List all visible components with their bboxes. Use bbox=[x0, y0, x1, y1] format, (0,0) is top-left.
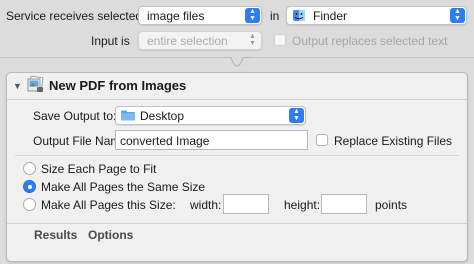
option-this-size-label: Make All Pages this Size: bbox=[41, 198, 176, 212]
input-is-select[interactable]: entire selection ▲ ▼ bbox=[138, 31, 262, 50]
output-file-name-value: converted Image bbox=[120, 134, 210, 148]
replace-existing-label: Replace Existing Files bbox=[334, 134, 453, 148]
width-input[interactable] bbox=[223, 194, 269, 214]
radio-this-size[interactable] bbox=[23, 198, 36, 211]
folder-icon bbox=[121, 110, 135, 121]
chevron-updown-icon: ▲ ▼ bbox=[245, 8, 260, 23]
application-value: Finder bbox=[313, 9, 348, 23]
connector-notch bbox=[222, 57, 252, 67]
in-label: in bbox=[270, 9, 280, 23]
save-location-select[interactable]: Desktop ▲ ▼ bbox=[115, 106, 306, 125]
application-select[interactable]: Finder ▲ ▼ bbox=[286, 6, 467, 25]
chevron-updown-icon: ▲ ▼ bbox=[450, 8, 465, 23]
disclosure-triangle-icon[interactable]: ▼ bbox=[13, 81, 22, 91]
save-output-label: Save Output to: bbox=[33, 109, 117, 123]
preview-app-icon bbox=[26, 75, 44, 94]
tab-results[interactable]: Results bbox=[34, 228, 77, 242]
action-tabs: Results Options bbox=[7, 223, 467, 264]
chevron-updown-icon: ▲ ▼ bbox=[249, 33, 256, 47]
save-location-value: Desktop bbox=[140, 109, 185, 123]
action-panel: ▼ New PDF from Images Save Output to: De… bbox=[6, 72, 468, 262]
input-is-label: Input is bbox=[91, 34, 130, 48]
option-same-size-label: Make All Pages the Same Size bbox=[41, 180, 206, 194]
tab-options[interactable]: Options bbox=[88, 228, 133, 242]
radio-size-each-page[interactable] bbox=[23, 162, 36, 175]
output-file-name-label: Output File Name bbox=[33, 134, 128, 148]
height-label: height: bbox=[284, 198, 321, 212]
finder-icon bbox=[293, 10, 305, 21]
width-label: width: bbox=[190, 198, 222, 212]
radio-same-size[interactable] bbox=[23, 180, 36, 193]
action-header: ▼ New PDF from Images bbox=[7, 73, 467, 100]
output-replaces-label: Output replaces selected text bbox=[292, 34, 448, 48]
service-receives-label: Service receives selected bbox=[6, 9, 143, 23]
input-type-value: image files bbox=[147, 9, 205, 23]
option-size-each-page-label: Size Each Page to Fit bbox=[41, 162, 157, 176]
height-input[interactable] bbox=[321, 194, 367, 214]
section-divider bbox=[15, 155, 459, 156]
input-type-select[interactable]: image files ▲ ▼ bbox=[138, 6, 262, 25]
output-replaces-checkbox[interactable] bbox=[274, 34, 286, 46]
chevron-updown-icon: ▲ ▼ bbox=[289, 108, 304, 123]
action-title: New PDF from Images bbox=[49, 78, 187, 93]
input-is-value: entire selection bbox=[147, 34, 228, 48]
points-label: points bbox=[375, 198, 408, 212]
replace-existing-checkbox[interactable] bbox=[316, 134, 328, 146]
output-file-name-input[interactable]: converted Image bbox=[115, 130, 308, 150]
